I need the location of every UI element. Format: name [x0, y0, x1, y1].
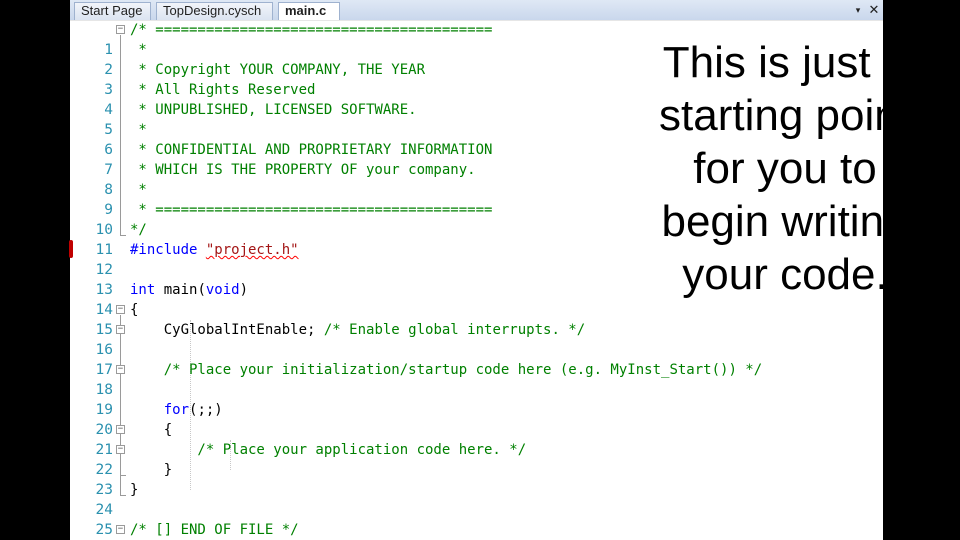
fold-collapse-icon[interactable]: − [116, 305, 125, 314]
keyword: for [130, 402, 190, 418]
code-fragment: ) [239, 282, 249, 298]
fold-collapse-icon[interactable]: − [116, 425, 125, 434]
code-text: * [130, 122, 147, 138]
fold-collapse-icon[interactable]: − [116, 325, 125, 334]
code-text: #include "project.h" [130, 240, 299, 260]
include-string: "project.h" [205, 242, 299, 258]
preprocessor-keyword: #include [130, 242, 206, 258]
code-fragment: main( [155, 282, 206, 298]
code-text: CyGlobalIntEnable; /* Enable global inte… [130, 320, 585, 340]
code-line: 22 − /* Place your application code here… [70, 440, 883, 478]
code-text: * ======================================… [130, 202, 493, 218]
code-text: */ [130, 222, 147, 238]
code-comment: /* Enable global interrupts. */ [323, 322, 586, 338]
code-line: 17 [70, 340, 883, 378]
code-text: /* =====================================… [130, 22, 493, 38]
code-line: 26 − /* [] END OF FILE */ [70, 520, 883, 540]
document-tab-bar: Start Page TopDesign.cysch main.c ▾ ✕ [70, 0, 883, 21]
code-text: /* Place your initialization/startup cod… [130, 362, 763, 378]
code-line: 23 } [70, 460, 883, 498]
code-text: int main(void) [130, 280, 248, 300]
annotation-line: starting point [659, 91, 883, 140]
code-line: 18 − /* Place your initialization/startu… [70, 360, 883, 398]
tab-list-dropdown-icon[interactable]: ▾ [851, 3, 865, 17]
code-line: 24 } [70, 480, 883, 518]
code-text: * CONFIDENTIAL AND PROPRIETARY INFORMATI… [130, 142, 493, 158]
keyword: void [205, 282, 240, 298]
code-text: { [130, 302, 139, 318]
fold-collapse-icon[interactable]: − [116, 525, 125, 534]
code-fragment: CyGlobalIntEnable; [130, 322, 324, 338]
tab-start-page[interactable]: Start Page [74, 2, 151, 20]
code-line: 16 − CyGlobalIntEnable; /* Enable global… [70, 320, 883, 358]
fold-collapse-icon[interactable]: − [116, 445, 125, 454]
annotation-line: for you to [693, 144, 877, 193]
code-text: * All Rights Reserved [130, 82, 316, 98]
code-line: 15 − { [70, 300, 883, 338]
fold-collapse-icon[interactable]: − [116, 365, 125, 374]
code-text: } [130, 462, 173, 478]
tab-main-c[interactable]: main.c [278, 2, 340, 21]
annotation-line: your code. [682, 250, 883, 299]
code-text: * [130, 42, 147, 58]
code-text: * Copyright YOUR COMPANY, THE YEAR [130, 62, 426, 78]
annotation-overlay: This is just a starting point for you to… [630, 36, 883, 301]
annotation-line: begin writing [661, 197, 883, 246]
ide-window: Start Page TopDesign.cysch main.c ▾ ✕ 1 … [70, 0, 883, 540]
tab-topdesign[interactable]: TopDesign.cysch [156, 2, 273, 20]
keyword: int [130, 282, 156, 298]
fold-collapse-icon[interactable]: − [116, 25, 125, 34]
code-line: 20 for(;;) [70, 400, 883, 438]
code-text: * [130, 182, 147, 198]
breakpoint-marker [69, 240, 73, 258]
code-line: 19 [70, 380, 883, 418]
code-fragment: (;;) [189, 402, 223, 418]
code-text: /* [] END OF FILE */ [130, 522, 299, 538]
code-line: 21 − { [70, 420, 883, 458]
annotation-line: This is just a [662, 38, 883, 87]
code-line: 25 [70, 500, 883, 538]
code-text: * UNPUBLISHED, LICENSED SOFTWARE. [130, 102, 417, 118]
close-tab-icon[interactable]: ✕ [867, 3, 881, 17]
code-text: for(;;) [130, 400, 223, 420]
code-text: } [130, 482, 139, 498]
code-text: { [130, 422, 173, 438]
code-text: /* Place your application code here. */ [130, 442, 527, 458]
code-text: * WHICH IS THE PROPERTY OF your company. [130, 162, 476, 178]
